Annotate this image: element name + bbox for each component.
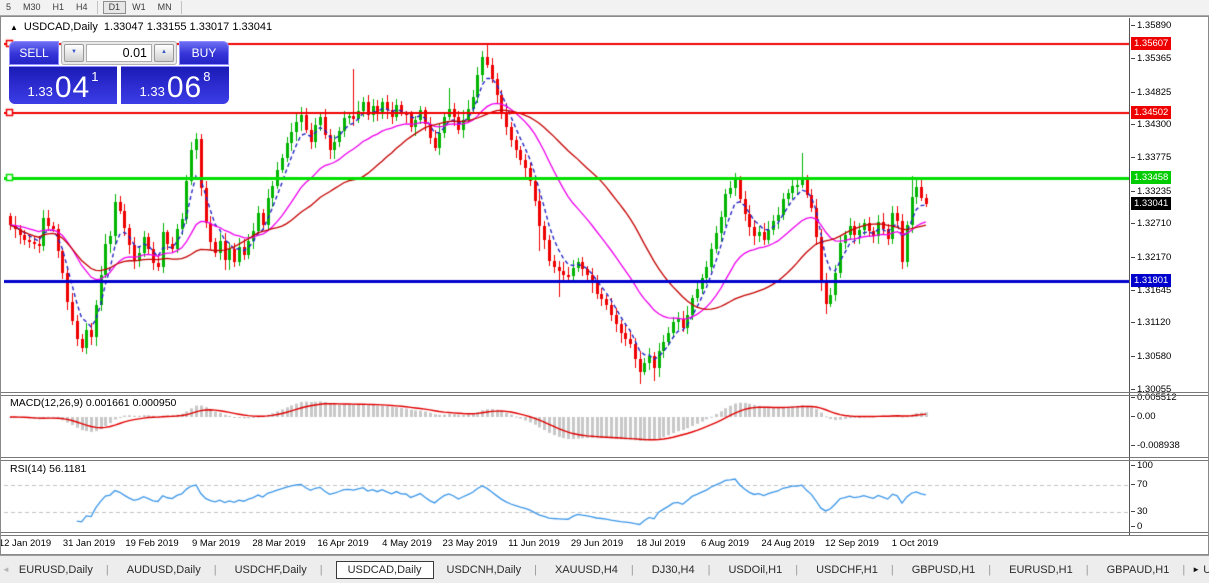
price-axis-tick: 1.32170 — [1137, 252, 1171, 263]
price-axis-tick: 1.31120 — [1137, 317, 1171, 328]
timeframe-button[interactable]: 5 — [0, 1, 17, 14]
chart-tab[interactable]: GBPUSD,H1 — [903, 562, 1000, 578]
date-axis-label: 12 Jan 2019 — [0, 538, 51, 549]
price-axis-tick: 1.35890 — [1137, 20, 1171, 31]
price-axis-tick: 1.30580 — [1137, 351, 1171, 362]
pane-separator[interactable] — [1, 395, 1208, 396]
date-axis-label: 6 Aug 2019 — [701, 538, 749, 549]
date-axis-label: 31 Jan 2019 — [63, 538, 115, 549]
chart-title: ▲ USDCAD,Daily 1.33047 1.33155 1.33017 1… — [10, 21, 272, 33]
sell-price-box[interactable]: 1.33 04 1 — [9, 66, 117, 104]
volume-spinner: ▼ 0.01 ▲ — [61, 41, 177, 65]
sell-price-big: 04 — [55, 74, 90, 102]
date-axis: 12 Jan 2019 31 Jan 2019 19 Feb 2019 9 Mar 2… — [1, 537, 1129, 552]
chevron-up-icon: ▲ — [161, 49, 167, 55]
pane-separator[interactable] — [1, 392, 1208, 393]
resistance-level-badge: 1.34502 — [1131, 106, 1171, 119]
timeframe-button[interactable]: W1 — [126, 1, 152, 14]
chart-symbol-label: USDCAD,Daily — [24, 21, 98, 33]
rsi-axis-label: 30 — [1137, 506, 1148, 517]
chevron-down-icon: ▼ — [71, 49, 77, 55]
date-axis-label: 16 Apr 2019 — [317, 538, 368, 549]
rsi-indicator-label: RSI(14) 56.1181 — [10, 463, 86, 475]
date-axis-label: 1 Oct 2019 — [892, 538, 938, 549]
chart-tab[interactable]: USDOil,H1 — [719, 562, 807, 578]
volume-decrease-button[interactable]: ▼ — [64, 44, 84, 62]
tab-scroll-right-icon[interactable]: ► — [1192, 565, 1200, 574]
collapse-icon[interactable]: ▲ — [10, 23, 18, 32]
chart-tab[interactable]: DJ30,H4 — [643, 562, 720, 578]
pane-separator[interactable] — [1, 460, 1208, 461]
chart-tab[interactable]: EURUSD,Daily — [10, 562, 118, 578]
date-axis-label: 29 Jun 2019 — [571, 538, 623, 549]
buy-price-sup: 8 — [203, 69, 210, 84]
pane-separator[interactable] — [1, 535, 1208, 536]
tab-scroll-left-disabled-icon: ◄ — [2, 565, 10, 574]
mt4-terminal: { "toolbar": { "timeframes": [ {"label":… — [0, 0, 1209, 583]
chart-tab[interactable]: USDCHF,Daily — [226, 562, 332, 578]
pane-separator[interactable] — [1, 532, 1208, 533]
buy-price-prefix: 1.33 — [140, 84, 165, 99]
chart-tab[interactable]: USDCHF,H1 — [807, 562, 903, 578]
chart-tab-bar: ◄ EURUSD,Daily AUDUSD,Daily USDCHF,Daily… — [0, 555, 1209, 583]
date-axis-label: 9 Mar 2019 — [192, 538, 240, 549]
timeframe-button[interactable]: D1 — [103, 1, 127, 14]
support-level-badge: 1.31801 — [1131, 274, 1171, 287]
volume-increase-button[interactable]: ▲ — [154, 44, 174, 62]
chart-tab[interactable]: XAUUSD,H4 — [546, 562, 643, 578]
buy-price-big: 06 — [167, 74, 202, 102]
date-axis-label: 18 Jul 2019 — [636, 538, 685, 549]
price-axis-tick: 1.33775 — [1137, 152, 1171, 163]
price-axis-tick: 1.34825 — [1137, 87, 1171, 98]
chart-ohlc-values: 1.33047 1.33155 1.33017 1.33041 — [104, 21, 272, 33]
timeframe-toolbar: 5 M30 H1 H4 D1 W1 MN — [0, 0, 1209, 16]
resistance-level-badge: 1.35607 — [1131, 37, 1171, 50]
price-scale: 1.35890 1.35365 1.34825 1.34300 1.33775 1.332… — [1130, 17, 1208, 554]
buy-button[interactable]: BUY — [179, 41, 229, 65]
sell-price-sup: 1 — [91, 69, 98, 84]
chart-tab[interactable]: USDCAD,Daily — [336, 561, 434, 579]
rsi-axis-label: 70 — [1137, 479, 1148, 490]
current-price-badge: 1.33041 — [1131, 197, 1171, 210]
timeframe-button[interactable]: H1 — [47, 1, 71, 14]
price-axis-tick: 1.34300 — [1137, 119, 1171, 130]
volume-input[interactable]: 0.01 — [86, 44, 152, 62]
date-axis-label: 11 Jun 2019 — [508, 538, 560, 549]
chart-tab[interactable]: GBPAUD,H1 — [1098, 562, 1195, 578]
timeframe-button[interactable]: H4 — [70, 1, 98, 14]
pane-separator[interactable] — [1, 457, 1208, 458]
date-axis-label: 24 Aug 2019 — [761, 538, 814, 549]
buy-price-box[interactable]: 1.33 06 8 — [121, 66, 229, 104]
date-axis-label: 19 Feb 2019 — [125, 538, 178, 549]
price-axis-tick: 1.33235 — [1137, 186, 1171, 197]
macd-axis-label: 0.00 — [1137, 411, 1156, 422]
timeframe-button[interactable]: M30 — [17, 1, 47, 14]
macd-axis-label: 0.005512 — [1137, 392, 1177, 403]
date-axis-label: 12 Sep 2019 — [825, 538, 879, 549]
date-axis-label: 28 Mar 2019 — [252, 538, 305, 549]
one-click-trading-panel: SELL ▼ 0.01 ▲ BUY 1.33 04 1 1.33 06 8 — [9, 41, 229, 104]
chart-tab[interactable]: EURUSD,H1 — [1000, 562, 1097, 578]
date-axis-label: 4 May 2019 — [382, 538, 432, 549]
macd-indicator-label: MACD(12,26,9) 0.001661 0.000950 — [10, 397, 176, 409]
chart-window: ▲ USDCAD,Daily 1.33047 1.33155 1.33017 1… — [0, 16, 1209, 555]
chart-tab[interactable]: USDCNH,Daily — [438, 562, 546, 578]
support-level-badge: 1.33458 — [1131, 171, 1171, 184]
price-axis-tick: 1.35365 — [1137, 53, 1171, 64]
sell-price-prefix: 1.33 — [28, 84, 53, 99]
date-axis-label: 23 May 2019 — [443, 538, 498, 549]
rsi-axis-label: 0 — [1137, 521, 1142, 532]
price-axis-tick: 1.32710 — [1137, 218, 1171, 229]
rsi-axis-label: 100 — [1137, 460, 1153, 471]
macd-axis-label: -0.008938 — [1137, 440, 1180, 451]
timeframe-button[interactable]: MN — [152, 1, 182, 14]
chart-tab[interactable]: AUDUSD,Daily — [118, 562, 226, 578]
sell-button[interactable]: SELL — [9, 41, 59, 65]
